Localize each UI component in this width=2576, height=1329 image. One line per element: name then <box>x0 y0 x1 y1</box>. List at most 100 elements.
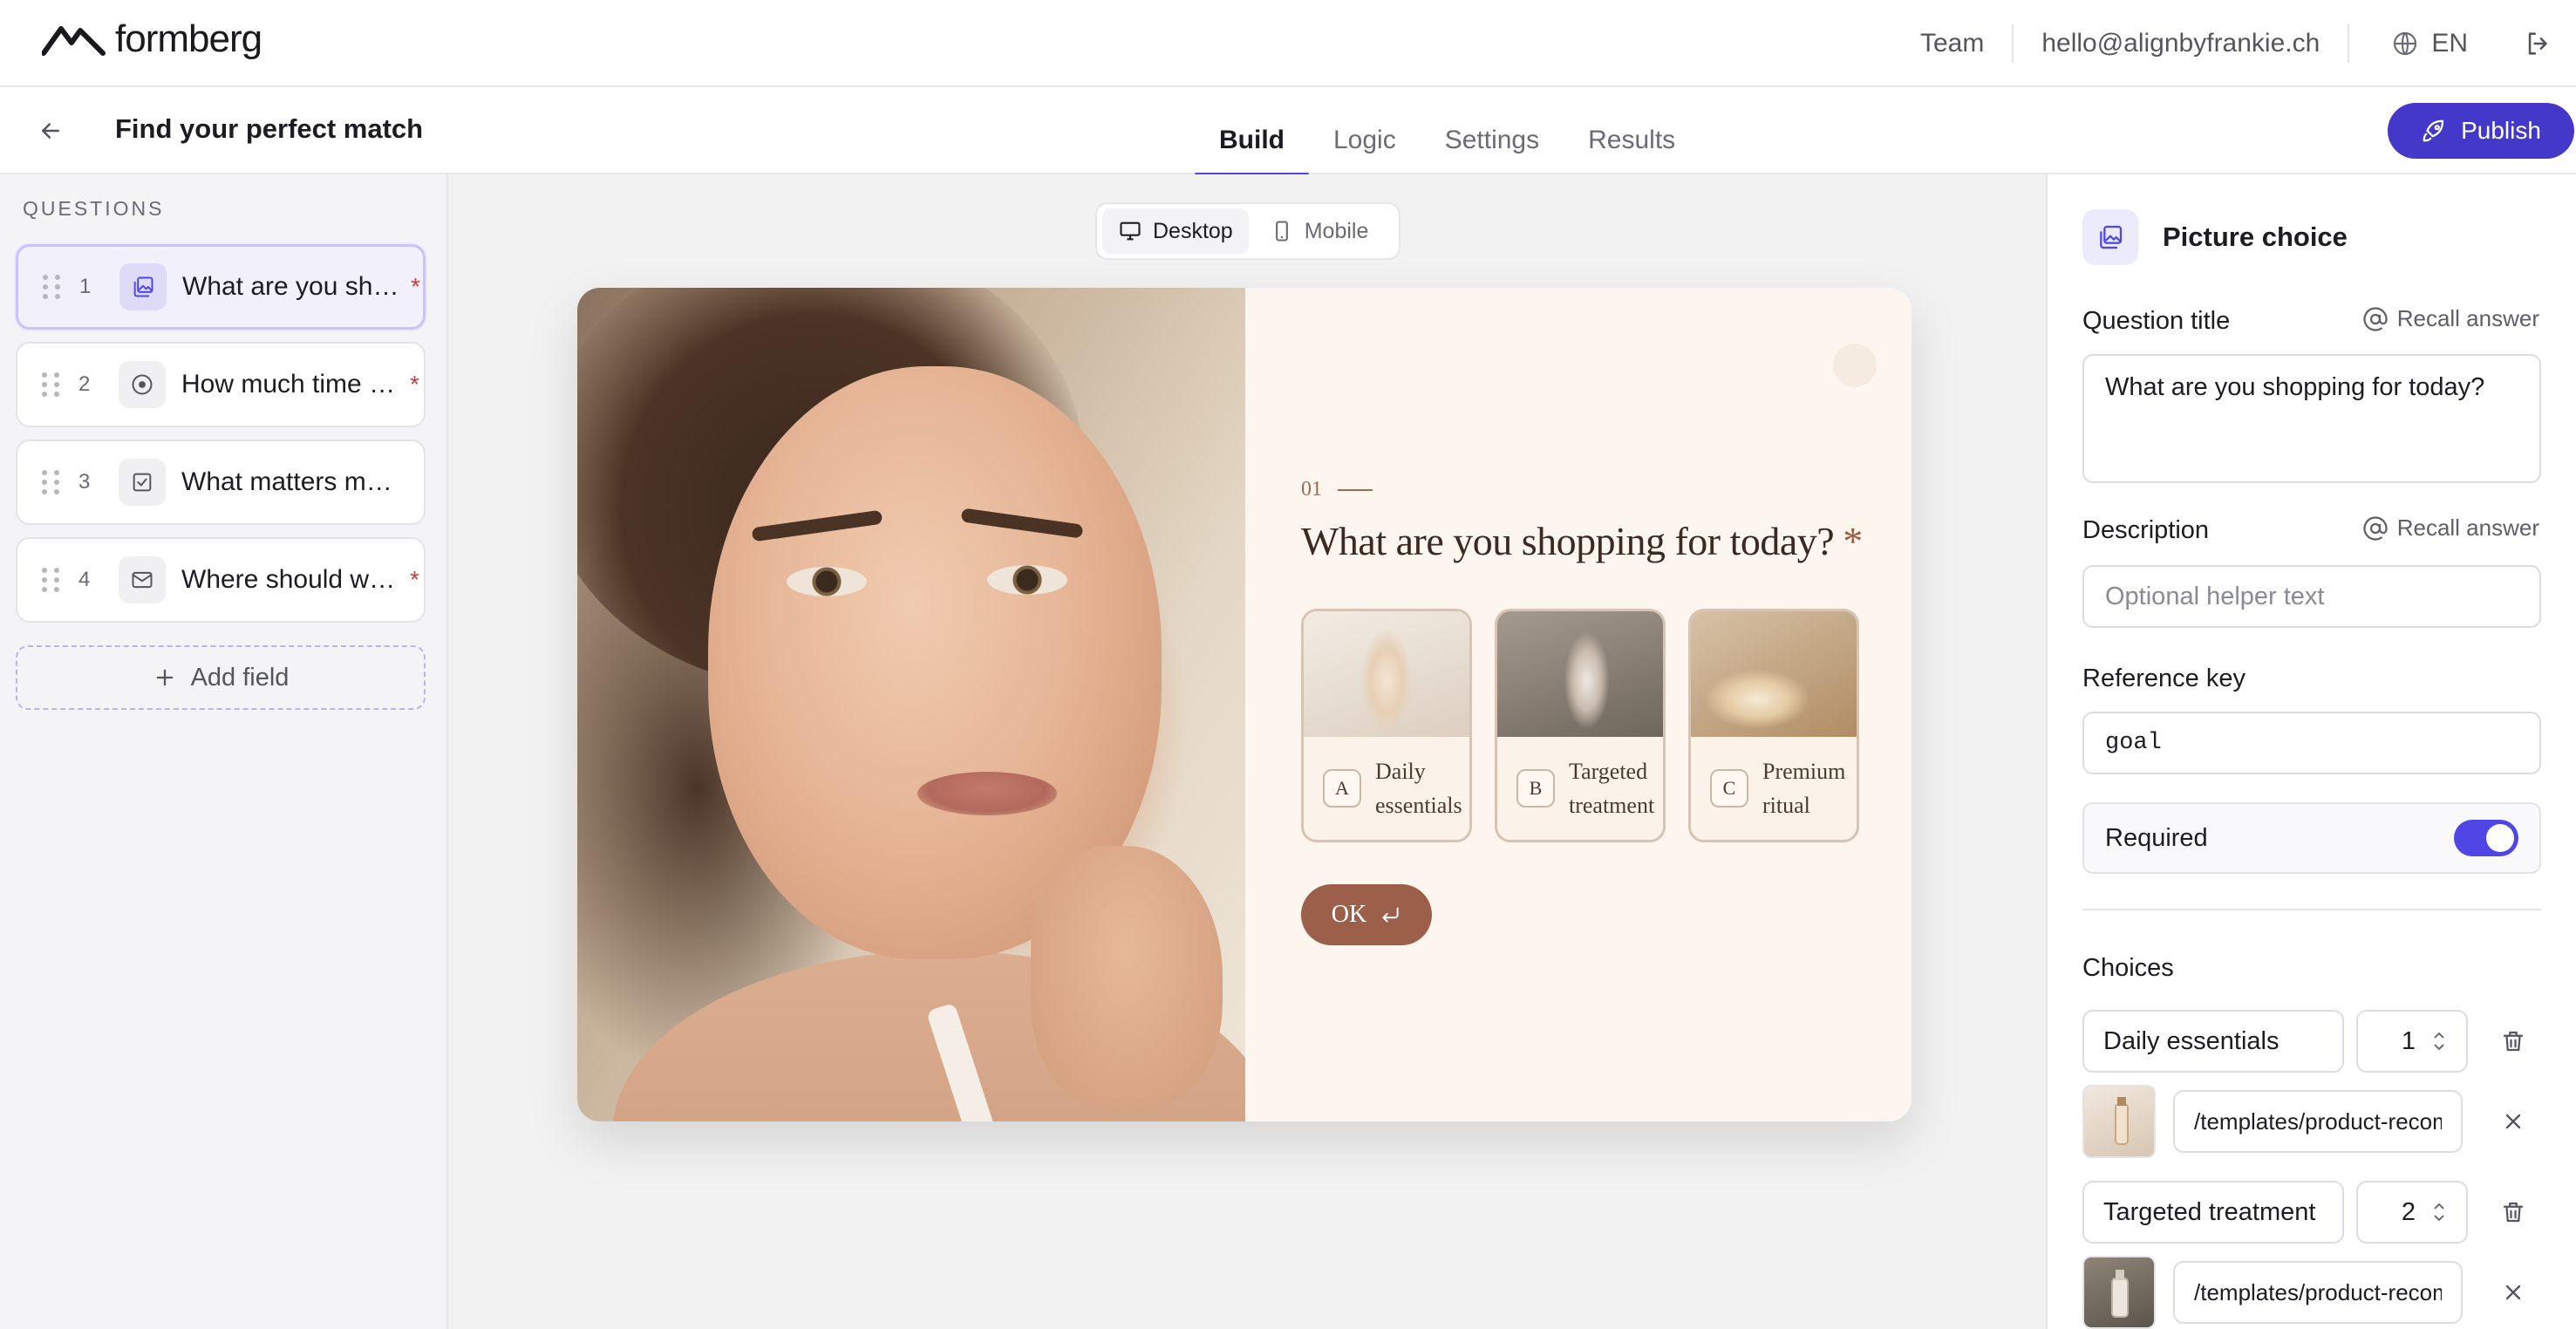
preview-question-title: What are you shopping for today? * <box>1301 519 1863 563</box>
choice-card-c[interactable]: C Premium ritual <box>1688 609 1859 842</box>
form-preview: 01 What are you shopping for today? * A D… <box>577 288 1912 1121</box>
required-marker: * <box>410 566 419 593</box>
question-item-1[interactable]: 1 What are you shopping for today? * <box>16 244 426 330</box>
question-settings-panel: Picture choice Question title Recall ans… <box>2046 174 2576 1329</box>
trash-icon <box>2503 1031 2524 1052</box>
user-email[interactable]: hello@alignbyfrankie.ch <box>2014 29 2348 58</box>
choice-label: Daily essentials <box>1375 759 1462 818</box>
question-item-4[interactable]: 4 Where should we send your results? * <box>16 537 426 623</box>
choice-image-path-input[interactable] <box>2173 1090 2463 1153</box>
remove-image-button[interactable] <box>2494 1102 2532 1141</box>
drag-handle-icon[interactable] <box>42 568 61 592</box>
mobile-view-button[interactable]: Mobile <box>1254 208 1385 254</box>
form-header: Find your perfect match Build Logic Sett… <box>0 87 2576 176</box>
mobile-label: Mobile <box>1304 218 1369 243</box>
arrow-left-icon <box>42 123 59 139</box>
top-bar: formberg Team hello@alignbyfrankie.ch EN <box>0 0 2576 87</box>
reference-key-input[interactable] <box>2082 712 2541 774</box>
choice-image <box>1304 611 1469 737</box>
question-title-input[interactable]: What are you shopping for today? <box>2082 354 2541 483</box>
question-text: What are you shopping for today? <box>182 272 400 301</box>
team-link[interactable]: Team <box>1892 29 2012 58</box>
publish-button[interactable]: Publish <box>2388 103 2574 159</box>
tab-build[interactable]: Build <box>1195 87 1309 176</box>
choice-key: C <box>1710 769 1748 808</box>
recall-answer-button[interactable]: Recall answer <box>2362 515 2539 542</box>
device-toggle: Desktop Mobile <box>1095 202 1400 260</box>
required-label: Required <box>2105 823 2208 852</box>
question-item-3[interactable]: 3 What matters most to you? <box>16 440 426 525</box>
close-icon <box>2505 1285 2521 1300</box>
choice-value-stepper[interactable]: 1 <box>2356 1010 2468 1073</box>
choice-image <box>1691 611 1857 737</box>
back-button[interactable] <box>33 113 68 148</box>
language-switcher[interactable]: EN <box>2349 29 2503 58</box>
language-label: EN <box>2431 29 2468 58</box>
choice-key: A <box>1323 769 1361 808</box>
drag-handle-icon[interactable] <box>43 275 62 299</box>
trash-icon <box>2503 1202 2524 1223</box>
at-sign-icon <box>2363 306 2388 331</box>
picture-choice-icon <box>2082 209 2138 265</box>
drag-handle-icon[interactable] <box>42 470 61 494</box>
choice-value: 1 <box>2401 1026 2416 1055</box>
logout-button[interactable] <box>2503 29 2553 58</box>
logo-text: formberg <box>115 17 262 60</box>
at-sign-icon <box>2363 515 2388 541</box>
required-toggle[interactable] <box>2454 820 2518 856</box>
question-type-label: Picture choice <box>2163 222 2348 252</box>
logo[interactable]: formberg <box>42 17 262 61</box>
decorative-dot <box>1833 344 1877 387</box>
radio-icon <box>119 361 166 408</box>
delete-choice-button[interactable] <box>2494 1193 2532 1231</box>
tab-settings[interactable]: Settings <box>1421 87 1564 174</box>
question-item-2[interactable]: 2 How much time do you have? * <box>16 342 426 427</box>
editor-tabs: Build Logic Settings Results <box>1195 87 1700 176</box>
choice-image-path-input[interactable] <box>2173 1261 2463 1324</box>
question-title-label: Question title <box>2082 307 2231 335</box>
remove-image-button[interactable] <box>2494 1273 2532 1312</box>
choice-card-a[interactable]: A Daily essentials <box>1301 609 1472 842</box>
choice-name-input[interactable] <box>2082 1181 2344 1244</box>
drag-handle-icon[interactable] <box>42 372 61 397</box>
question-text: Where should we send your results? <box>181 565 399 594</box>
description-input[interactable] <box>2082 565 2541 628</box>
close-icon <box>2505 1114 2521 1129</box>
ok-label: OK <box>1331 901 1367 928</box>
sidebar-heading: QUESTIONS <box>23 197 165 220</box>
required-marker: * <box>410 371 419 398</box>
question-text: What matters most to you? <box>181 467 399 496</box>
questions-sidebar: QUESTIONS 1 What are you shopping for to… <box>0 174 448 1329</box>
choice-value-stepper[interactable]: 2 <box>2356 1181 2468 1244</box>
question-number: 1 <box>79 275 92 298</box>
mountain-logo-icon <box>42 26 106 56</box>
recall-answer-button[interactable]: Recall answer <box>2362 305 2539 332</box>
choice-value: 2 <box>2401 1197 2416 1226</box>
ok-button[interactable]: OK <box>1301 884 1432 945</box>
choice-image <box>1497 611 1663 737</box>
question-text: How much time do you have? <box>181 370 399 399</box>
question-preview-panel: 01 What are you shopping for today? * A D… <box>1245 288 1912 1121</box>
checkbox-icon <box>119 459 166 506</box>
choice-label: Targeted treatment <box>1569 759 1655 818</box>
choices-label: Choices <box>2082 954 2174 982</box>
top-right-nav: Team hello@alignbyfrankie.ch EN <box>1892 0 2553 87</box>
rocket-icon <box>2423 119 2444 142</box>
stepper-arrows-icon[interactable] <box>2431 1201 2447 1223</box>
question-step-number: 01 <box>1301 478 1373 501</box>
choice-name-input[interactable] <box>2082 1010 2344 1073</box>
tab-logic[interactable]: Logic <box>1309 87 1421 174</box>
tab-results[interactable]: Results <box>1564 87 1700 174</box>
desktop-view-button[interactable]: Desktop <box>1102 208 1249 254</box>
add-field-button[interactable]: Add field <box>16 645 426 710</box>
stepper-arrows-icon[interactable] <box>2431 1030 2447 1053</box>
enter-icon <box>1382 907 1399 923</box>
portrait-photo <box>577 288 1245 1121</box>
delete-choice-button[interactable] <box>2494 1022 2532 1060</box>
publish-label: Publish <box>2461 117 2541 144</box>
add-field-label: Add field <box>190 663 290 692</box>
required-setting: Required <box>2082 802 2541 874</box>
reference-key-label: Reference key <box>2082 664 2245 692</box>
plus-icon <box>156 669 173 686</box>
choice-card-b[interactable]: B Targeted treatment <box>1495 609 1666 842</box>
